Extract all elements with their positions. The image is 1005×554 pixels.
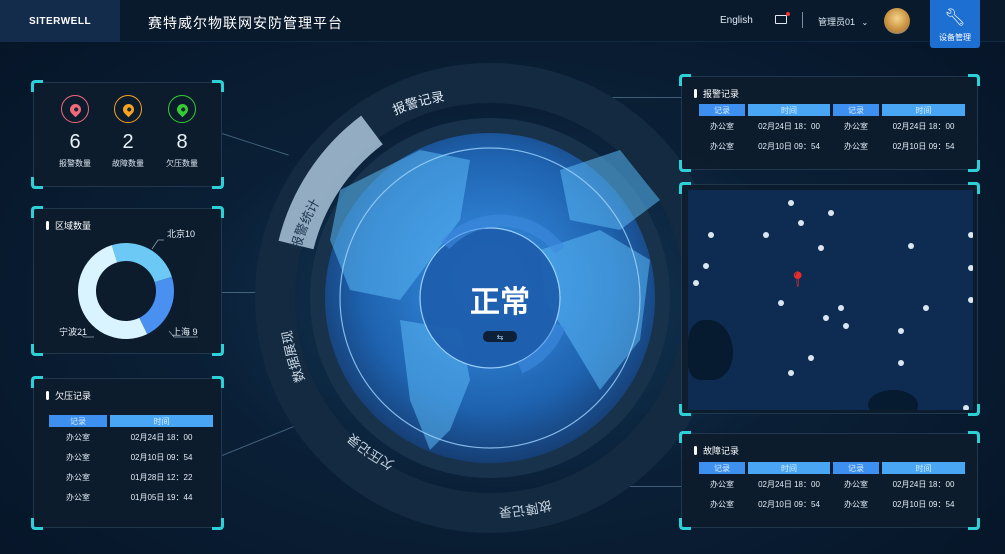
map-poi-icon[interactable] [778,300,784,306]
table-row[interactable]: 办公室 02月24日 18：00 办公室 02月24日 18：00 [699,116,965,136]
map-poi-icon[interactable] [828,210,834,216]
map-poi-icon[interactable] [818,245,824,251]
map-poi-icon[interactable] [708,232,714,238]
table-cell: 02月10日 09：54 [892,499,955,509]
table-cell: 02月10日 09：54 [892,141,955,151]
panel-title: 报警记录 [694,87,739,100]
map-poi-icon[interactable] [763,232,769,238]
map-poi-icon[interactable] [808,355,814,361]
table-cell: 02月10日 09：54 [758,141,820,151]
map-poi-icon[interactable] [788,370,794,376]
map-marker-icon[interactable]: 📍︎ [788,270,807,288]
map-poi-icon[interactable] [823,315,829,321]
panel-title: 故障记录 [694,444,739,457]
map-poi-icon[interactable] [703,263,709,269]
map-poi-icon[interactable] [898,360,904,366]
map-poi-icon[interactable] [908,243,914,249]
table-cell: 办公室 [844,141,868,151]
map-poi-icon[interactable] [923,305,929,311]
table-row[interactable]: 办公室 02月10日 09：54 办公室 02月10日 09：54 [699,494,965,514]
map-poi-icon[interactable] [963,405,969,410]
map-poi-icon[interactable] [693,280,699,286]
table-cell: 办公室 [710,499,734,509]
table-cell: 办公室 [844,499,868,509]
table-cell: 办公室 [844,479,868,489]
table-cell: 02月24日 18：00 [758,479,820,489]
table-row[interactable]: 办公室 02月24日 18：00 办公室 02月24日 18：00 [699,474,965,494]
status-text: 正常 [470,286,530,319]
table-cell: 办公室 [710,141,734,151]
map-poi-icon[interactable] [968,297,973,303]
map-poi-icon[interactable] [843,323,849,329]
table-cell: 02月10日 09：54 [758,499,820,509]
swap-icon: ⇆ [497,333,504,342]
table-cell: 02月24日 18：00 [892,121,955,131]
map-poi-icon[interactable] [788,200,794,206]
map-view[interactable]: 📍︎ [688,190,973,410]
fault-table: 记录 时间 记录 时间 办公室 02月24日 18：00 办公室 02月24日 18：00 办… [696,462,968,514]
alarm-record-panel: 报警记录 记录 时间 记录 时间 办公室 02月24日 18：00 办公室 02月24日 1… [679,74,980,172]
fault-record-panel: 故障记录 记录 时间 记录 时间 办公室 02月24日 18：00 办公室 02月24日 1… [679,431,980,530]
map-poi-icon[interactable] [798,220,804,226]
map-poi-icon[interactable] [838,305,844,311]
alarm-table: 记录 时间 记录 时间 办公室 02月24日 18：00 办公室 02月24日 18：00 办… [696,104,968,156]
table-cell: 02月24日 18：00 [892,479,955,489]
map-poi-icon[interactable] [968,265,973,271]
table-cell: 办公室 [844,121,868,131]
table-cell: 办公室 [710,479,734,489]
table-cell: 办公室 [710,121,734,131]
map-poi-icon[interactable] [898,328,904,334]
table-row[interactable]: 办公室 02月10日 09：54 办公室 02月10日 09：54 [699,136,965,156]
map-poi-icon[interactable] [968,232,973,238]
table-cell: 02月24日 18：00 [758,121,820,131]
